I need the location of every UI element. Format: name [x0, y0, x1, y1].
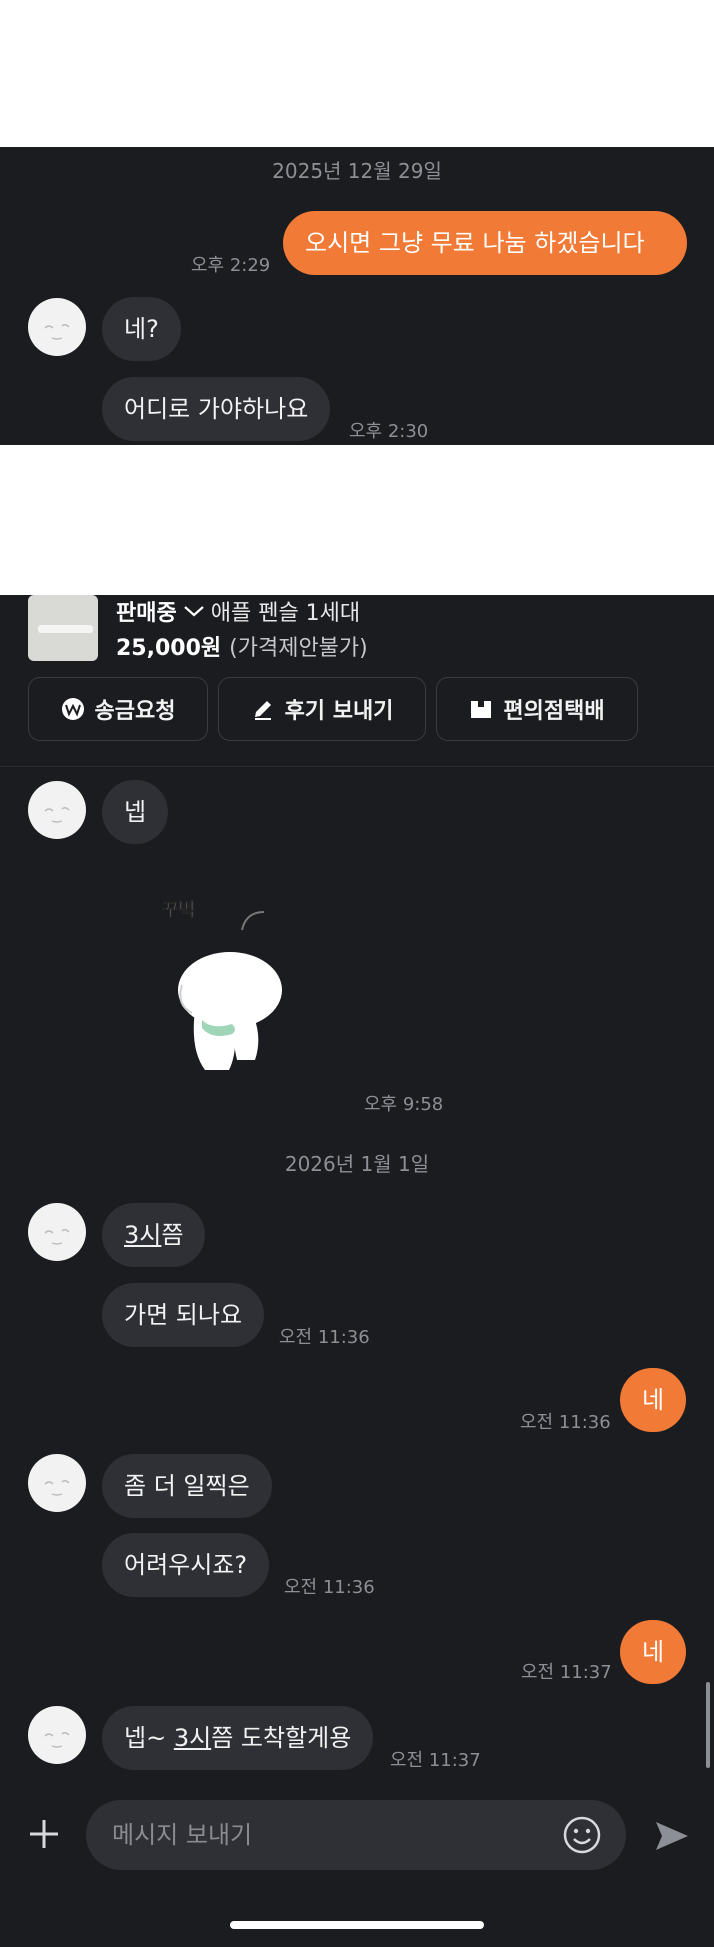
message-time: 오전 11:36 — [284, 1577, 375, 1598]
product-status[interactable]: 판매중 — [116, 595, 177, 627]
chat-panel-top: 2025년 12월 29일 오후 2:29 오시면 그냥 무료 나눔 하겠습니다… — [0, 147, 714, 445]
avatar[interactable] — [28, 1203, 86, 1261]
chevron-down-icon[interactable] — [183, 604, 205, 618]
plus-icon[interactable] — [22, 1812, 66, 1856]
avatar[interactable] — [28, 298, 86, 356]
avatar[interactable] — [28, 1454, 86, 1512]
won-icon — [61, 697, 85, 721]
message-bubble-incoming[interactable]: 3시쯤 — [102, 1203, 206, 1267]
message-text: 넵~ — [124, 1724, 174, 1752]
message-time: 오후 2:29 — [191, 255, 271, 276]
send-icon[interactable] — [650, 1814, 694, 1858]
message-bubble-incoming[interactable]: 어려우시죠? — [102, 1533, 270, 1597]
product-price-row: 25,000원 (가격제안불가) — [116, 630, 368, 662]
convenience-delivery-label: 편의점택배 — [503, 699, 605, 724]
message-input-field[interactable]: 메시지 보내기 — [86, 1800, 626, 1870]
avatar[interactable] — [28, 1706, 86, 1764]
product-status-row[interactable]: 판매중 애플 펜슬 1세대 — [116, 595, 360, 627]
review-button[interactable]: 후기 보내기 — [218, 677, 426, 741]
remit-request-button[interactable]: 송금요청 — [28, 677, 208, 741]
message-text: 쯤 도착할게용 — [211, 1724, 352, 1752]
message-bubble-incoming[interactable]: 네? — [102, 297, 181, 361]
date-separator: 2025년 12월 29일 — [272, 159, 442, 183]
message-bubble-incoming[interactable]: 넵 — [102, 780, 169, 844]
avatar[interactable] — [28, 781, 86, 839]
message-bubble-incoming[interactable]: 어디로 가야하나요 — [102, 377, 331, 441]
price-note: (가격제안불가) — [229, 636, 368, 661]
product-name: 애플 펜슬 1세대 — [210, 601, 361, 626]
message-time: 오후 2:30 — [349, 421, 429, 442]
message-bubble-outgoing[interactable]: 네 — [620, 1620, 686, 1684]
message-text: 쯤 — [161, 1221, 184, 1249]
home-indicator — [230, 1921, 484, 1929]
pen-icon — [251, 697, 275, 721]
message-time: 오전 11:37 — [390, 1750, 481, 1771]
message-bubble-outgoing[interactable]: 오시면 그냥 무료 나눔 하겠습니다 — [283, 211, 687, 275]
convenience-delivery-button[interactable]: 편의점택배 — [436, 677, 638, 741]
sticker-caption: 꾸벅 — [162, 900, 196, 922]
message-time: 오전 11:36 — [520, 1412, 611, 1433]
message-time: 오전 11:36 — [279, 1327, 370, 1348]
message-bubble-incoming[interactable]: 넵~ 3시쯤 도착할게용 — [102, 1706, 374, 1770]
message-bubble-outgoing[interactable]: 네 — [620, 1368, 686, 1432]
product-price: 25,000원 — [116, 636, 222, 661]
remit-request-label: 송금요청 — [94, 699, 176, 724]
time-link[interactable]: 3시 — [174, 1724, 211, 1752]
message-time: 오전 11:37 — [521, 1662, 612, 1683]
scrollbar[interactable] — [706, 1682, 710, 1768]
product-thumbnail[interactable] — [28, 595, 98, 661]
date-separator: 2026년 1월 1일 — [284, 1152, 430, 1176]
message-time: 오후 9:58 — [364, 1094, 444, 1115]
divider — [0, 766, 714, 767]
message-bubble-incoming[interactable]: 가면 되나요 — [102, 1283, 265, 1347]
message-bubble-incoming[interactable]: 좀 더 일찍은 — [102, 1454, 272, 1518]
emoji-icon[interactable] — [562, 1815, 602, 1855]
message-input-placeholder: 메시지 보내기 — [112, 1821, 253, 1849]
box-icon — [469, 697, 493, 721]
review-label: 후기 보내기 — [284, 699, 394, 724]
time-link[interactable]: 3시 — [124, 1221, 161, 1249]
